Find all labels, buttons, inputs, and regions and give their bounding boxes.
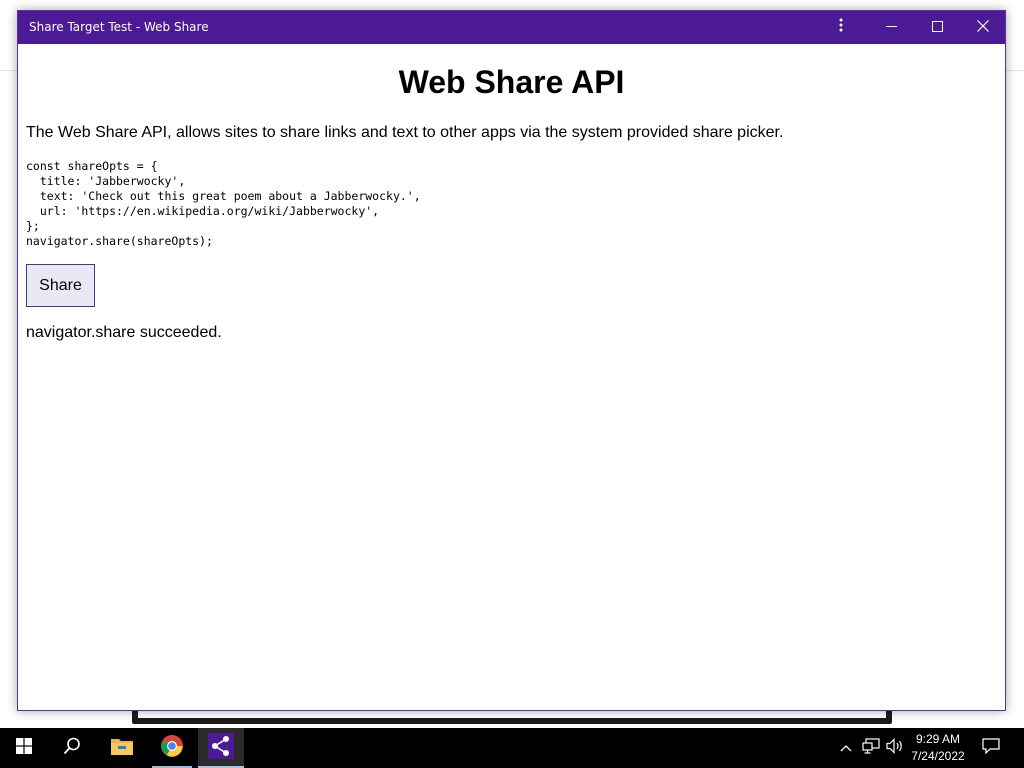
title-bar[interactable]: Share Target Test - Web Share [18,11,1005,44]
clock-date: 7/24/2022 [911,749,965,763]
chevron-up-icon [840,739,852,757]
share-button[interactable]: Share [26,264,95,307]
maximize-button[interactable] [914,11,960,44]
clock[interactable]: 9:29 AM 7/24/2022 [906,731,970,765]
taskbar-file-explorer[interactable] [98,728,146,768]
page-description: The Web Share API, allows sites to share… [26,124,784,141]
action-center-button[interactable] [974,728,1008,768]
kebab-menu-icon [839,18,843,37]
minimize-icon [885,19,897,37]
search-button[interactable] [48,728,96,768]
app-window: Share Target Test - Web Share Web Share … [17,10,1006,711]
notification-icon [982,737,1000,759]
show-hidden-icons-button[interactable] [836,728,856,768]
close-button[interactable] [960,11,1006,44]
share-app-icon [208,732,234,764]
file-explorer-icon [110,736,134,761]
maximize-icon [931,19,943,37]
more-options-button[interactable] [818,11,864,44]
page-content: Web Share API The Web Share API, allows … [18,44,1005,710]
speaker-icon [886,737,904,759]
minimize-button[interactable] [868,11,914,44]
chrome-icon [160,734,184,763]
window-title: Share Target Test - Web Share [29,20,209,34]
start-button[interactable] [0,728,48,768]
network-icon [862,737,880,759]
status-message: navigator.share succeeded. [26,324,222,341]
taskbar-share-app[interactable] [198,728,244,768]
volume-button[interactable] [884,728,906,768]
close-icon [977,19,989,37]
clock-time: 9:29 AM [915,732,961,746]
search-icon [63,737,81,760]
windows-start-icon [16,737,32,759]
network-button[interactable] [860,728,882,768]
taskbar: 9:29 AM 7/24/2022 [0,728,1024,768]
page-heading: Web Share API [398,64,625,100]
code-sample: const shareOpts = { title: 'Jabberwocky'… [26,159,421,248]
taskbar-chrome[interactable] [148,728,196,768]
